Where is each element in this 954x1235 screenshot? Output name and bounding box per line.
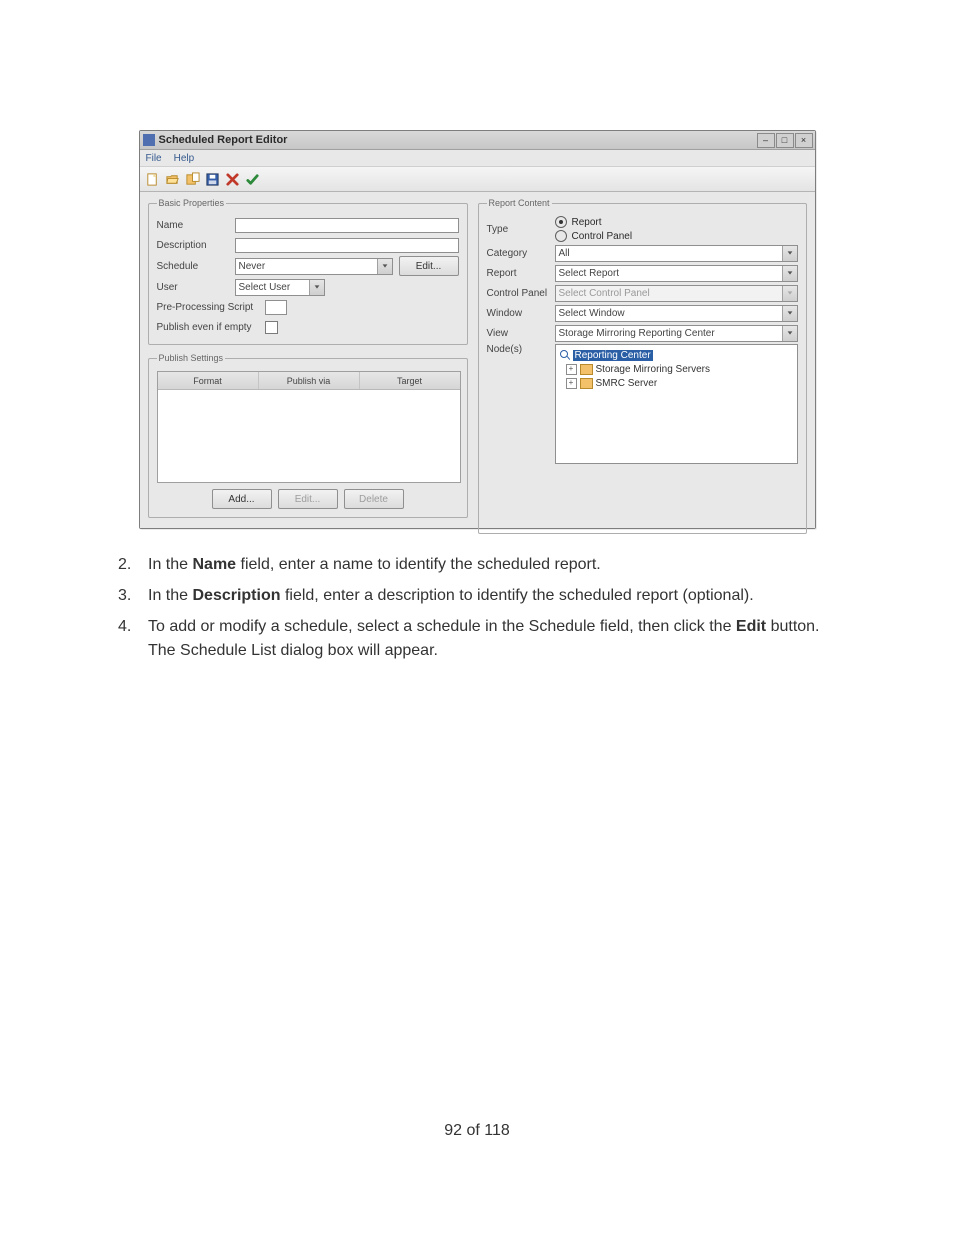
nodes-tree[interactable]: Reporting Center + Storage Mirroring Ser… [555, 344, 798, 464]
report-content-legend: Report Content [487, 198, 552, 208]
page-number: 92 of 118 [0, 1122, 954, 1140]
publish-settings-group: Publish Settings Format Publish via Targ… [148, 353, 468, 518]
instruction-2: 2. In the Name field, enter a name to id… [140, 553, 840, 576]
instruction-list: 2. In the Name field, enter a name to id… [114, 553, 840, 662]
instruction-3: 3. In the Description field, enter a des… [140, 584, 840, 607]
minimize-button[interactable]: – [757, 133, 775, 148]
col-format[interactable]: Format [158, 372, 259, 389]
instruction-4: 4. To add or modify a schedule, select a… [140, 615, 840, 661]
window-value: Select Window [559, 308, 625, 319]
chevron-down-icon [782, 246, 797, 261]
tree-child-1[interactable]: + Storage Mirroring Servers [560, 362, 793, 376]
publish-table: Format Publish via Target [157, 371, 461, 483]
title-bar: Scheduled Report Editor – □ × [140, 131, 815, 150]
view-label: View [487, 328, 555, 339]
schedule-value: Never [239, 261, 266, 272]
delete-icon[interactable] [224, 170, 242, 188]
window-select[interactable]: Select Window [555, 305, 798, 322]
confirm-icon[interactable] [244, 170, 262, 188]
chevron-down-icon [782, 306, 797, 321]
chevron-down-icon [782, 266, 797, 281]
category-select[interactable]: All [555, 245, 798, 262]
publish-settings-legend: Publish Settings [157, 353, 226, 363]
window-title: Scheduled Report Editor [159, 134, 288, 146]
control-panel-select: Select Control Panel [555, 285, 798, 302]
radio-icon [555, 230, 567, 242]
chevron-down-icon [782, 326, 797, 341]
expand-icon[interactable]: + [566, 364, 577, 375]
tree-child-2[interactable]: + SMRC Server [560, 376, 793, 390]
view-select[interactable]: Storage Mirroring Reporting Center [555, 325, 798, 342]
maximize-button[interactable]: □ [776, 133, 794, 148]
publish-add-button[interactable]: Add... [212, 489, 272, 509]
app-icon [143, 134, 155, 146]
folder-icon [580, 378, 593, 389]
col-publish-via[interactable]: Publish via [259, 372, 360, 389]
name-label: Name [157, 220, 235, 231]
menu-file[interactable]: File [146, 153, 162, 164]
scheduled-report-editor-window: Scheduled Report Editor – □ × File Help [139, 130, 816, 529]
type-report-label: Report [572, 217, 602, 228]
report-label: Report [487, 268, 555, 279]
search-icon [560, 350, 570, 360]
close-button[interactable]: × [795, 133, 813, 148]
folder-icon [580, 364, 593, 375]
report-content-group: Report Content Type Report Control Panel [478, 198, 807, 534]
type-report-radio[interactable]: Report [555, 216, 633, 228]
report-select[interactable]: Select Report [555, 265, 798, 282]
schedule-select[interactable]: Never [235, 258, 393, 275]
schedule-label: Schedule [157, 261, 235, 272]
publish-even-if-empty-label: Publish even if empty [157, 322, 265, 333]
menu-help[interactable]: Help [174, 153, 195, 164]
chevron-down-icon [377, 259, 392, 274]
pps-label: Pre-Processing Script [157, 302, 265, 313]
user-select[interactable]: Select User [235, 279, 325, 296]
basic-properties-legend: Basic Properties [157, 198, 227, 208]
window-label: Window [487, 308, 555, 319]
type-control-panel-radio[interactable]: Control Panel [555, 230, 633, 242]
chevron-down-icon [782, 286, 797, 301]
description-label: Description [157, 240, 235, 251]
control-panel-value: Select Control Panel [559, 288, 650, 299]
user-value: Select User [239, 282, 291, 293]
schedule-edit-button[interactable]: Edit... [399, 256, 459, 276]
user-label: User [157, 282, 235, 293]
save-as-icon[interactable] [184, 170, 202, 188]
publish-edit-button[interactable]: Edit... [278, 489, 338, 509]
publish-delete-button[interactable]: Delete [344, 489, 404, 509]
toolbar [140, 167, 815, 192]
col-target[interactable]: Target [360, 372, 460, 389]
expand-icon[interactable]: + [566, 378, 577, 389]
view-value: Storage Mirroring Reporting Center [559, 328, 715, 339]
category-value: All [559, 248, 570, 259]
radio-icon [555, 216, 567, 228]
publish-even-if-empty-checkbox[interactable] [265, 321, 278, 334]
new-icon[interactable] [144, 170, 162, 188]
type-label: Type [487, 224, 555, 235]
category-label: Category [487, 248, 555, 259]
description-input[interactable] [235, 238, 459, 253]
chevron-down-icon [309, 280, 324, 295]
type-control-panel-label: Control Panel [572, 231, 633, 242]
save-icon[interactable] [204, 170, 222, 188]
tree-root[interactable]: Reporting Center [560, 348, 793, 362]
basic-properties-group: Basic Properties Name Description Schedu… [148, 198, 468, 345]
nodes-label: Node(s) [487, 344, 555, 355]
name-input[interactable] [235, 218, 459, 233]
menu-bar: File Help [140, 150, 815, 167]
open-icon[interactable] [164, 170, 182, 188]
pps-input[interactable] [265, 300, 287, 315]
control-panel-label: Control Panel [487, 288, 555, 299]
report-value: Select Report [559, 268, 620, 279]
